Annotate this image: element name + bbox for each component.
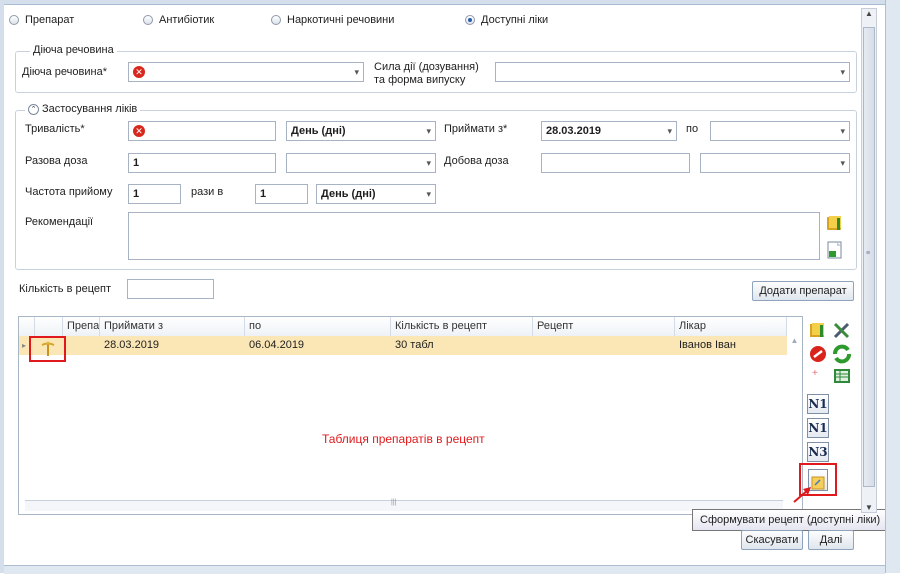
add-drug-button[interactable]: Додати препарат <box>752 281 854 301</box>
to-date-picker[interactable] <box>710 121 850 141</box>
cell-take-from: 28.03.2019 <box>104 339 160 351</box>
window-left-border <box>0 0 4 573</box>
tools-icon[interactable] <box>831 320 853 340</box>
quantity-input[interactable] <box>127 279 214 299</box>
row-indicator-header <box>19 317 35 336</box>
cell-to: 06.04.2019 <box>249 339 305 351</box>
radio-preparat[interactable]: Препарат <box>9 14 74 26</box>
n3-button[interactable]: N3 <box>807 442 829 462</box>
scroll-grip-icon: ||| <box>391 499 397 506</box>
radio-label: Наркотичні речовини <box>287 14 395 26</box>
window-right-border <box>885 0 900 573</box>
column-header-doctor[interactable]: Лікар <box>675 317 787 336</box>
daily-dose-input[interactable] <box>541 153 690 173</box>
highlight-box-row-icon <box>29 336 66 362</box>
icon-column-header <box>35 317 63 336</box>
column-header-recipe[interactable]: Рецепт <box>533 317 675 336</box>
recommendations-label: Рекомендації <box>25 216 94 228</box>
column-header-quantity[interactable]: Кількість в рецепт <box>391 317 533 336</box>
cell-doctor: Іванов Іван <box>679 339 736 351</box>
period-unit-combobox[interactable]: День (дні) <box>316 184 436 204</box>
radio-label: Препарат <box>25 14 75 26</box>
single-dose-input[interactable]: 1 <box>128 153 276 173</box>
folder-icon[interactable] <box>807 320 829 340</box>
times-per-label: рази в <box>191 186 224 198</box>
strength-label-line1: Сила дії (дозування) <box>374 61 479 73</box>
table-row[interactable]: ▸ 28.03.2019 06.04.2019 30 табл Іванов І… <box>19 336 787 355</box>
spreadsheet-icon[interactable] <box>831 366 853 386</box>
radio-indicator-checked <box>465 15 475 25</box>
single-dose-label: Разова доза <box>25 155 88 167</box>
table-horizontal-scrollbar[interactable]: ||| <box>25 499 783 511</box>
usage-group-header[interactable]: ⌃ Застосування ліків <box>25 103 141 115</box>
delete-icon[interactable] <box>807 344 829 364</box>
single-dose-unit-combobox[interactable] <box>286 153 436 173</box>
recommendations-textarea[interactable] <box>128 212 820 260</box>
column-header-to[interactable]: по <box>245 317 391 336</box>
next-button[interactable]: Далі <box>808 530 854 550</box>
frequency-label: Частота прийому <box>25 186 113 198</box>
daily-dose-unit-combobox[interactable] <box>700 153 850 173</box>
radio-label: Антибіотик <box>159 14 215 26</box>
radio-available-drugs[interactable]: Доступні ліки <box>465 14 548 26</box>
radio-indicator <box>9 15 19 25</box>
scroll-up-arrow-icon[interactable]: ▲ <box>787 336 802 345</box>
strength-label: Сила дії (дозування) та форма випуску <box>374 61 479 87</box>
usage-group-title: Застосування ліків <box>42 103 138 115</box>
period-input[interactable]: 1 <box>255 184 308 204</box>
substance-combobox[interactable]: ✕ <box>128 62 364 82</box>
strength-label-line2: та форма випуску <box>374 74 466 86</box>
error-icon: ✕ <box>133 125 145 137</box>
cancel-button[interactable]: Скасувати <box>741 530 803 550</box>
radio-label: Доступні ліки <box>481 14 549 26</box>
duration-input[interactable]: ✕ <box>128 121 276 141</box>
column-header-preparat[interactable]: Препа <box>63 317 100 336</box>
small-add-icon[interactable]: + <box>812 368 818 379</box>
n1-button-first[interactable]: N1 <box>807 394 829 414</box>
folder-icon[interactable] <box>825 214 845 232</box>
error-icon: ✕ <box>133 66 145 78</box>
scroll-grip-icon: ≡ <box>866 250 871 257</box>
take-from-label: Приймати з* <box>444 123 508 135</box>
to-label: по <box>686 123 699 135</box>
scroll-thumb[interactable]: ≡ <box>863 27 875 487</box>
quantity-label: Кількість в рецепт <box>19 283 112 295</box>
daily-dose-label: Добова доза <box>444 155 509 167</box>
window-top-border <box>0 0 900 5</box>
substance-label: Діюча речовина* <box>22 66 107 78</box>
scroll-down-arrow-icon[interactable]: ▼ <box>865 503 873 512</box>
main-vertical-scrollbar[interactable]: ▲ ≡ ▼ <box>861 8 877 513</box>
radio-antibiotic[interactable]: Антибіотик <box>143 14 214 26</box>
strength-combobox[interactable] <box>495 62 850 82</box>
prescription-table: Препа Приймати з по Кількість в рецепт Р… <box>18 316 803 515</box>
radio-indicator <box>271 15 281 25</box>
substance-group-title: Діюча речовина <box>30 44 117 56</box>
column-header-take-from[interactable]: Приймати з <box>100 317 245 336</box>
collapse-chevron-icon[interactable]: ⌃ <box>28 103 39 115</box>
caduceus-icon[interactable] <box>41 341 55 357</box>
duration-label: Тривалість* <box>25 123 85 135</box>
table-annotation: Таблиця препаратів в рецепт <box>322 432 485 446</box>
radio-narcotics[interactable]: Наркотичні речовини <box>271 14 394 26</box>
cell-recipe <box>533 336 537 355</box>
duration-unit-combobox[interactable]: День (дні) <box>286 121 436 141</box>
n1-button-second[interactable]: N1 <box>807 418 829 438</box>
cell-quantity: 30 табл <box>395 339 434 351</box>
frequency-input[interactable]: 1 <box>128 184 181 204</box>
document-add-icon[interactable] <box>825 240 845 260</box>
take-from-date-picker[interactable]: 28.03.2019 <box>541 121 677 141</box>
annotation-arrow <box>793 487 811 503</box>
refresh-icon[interactable] <box>831 344 853 364</box>
scroll-up-arrow-icon[interactable]: ▲ <box>862 9 876 18</box>
radio-indicator <box>143 15 153 25</box>
